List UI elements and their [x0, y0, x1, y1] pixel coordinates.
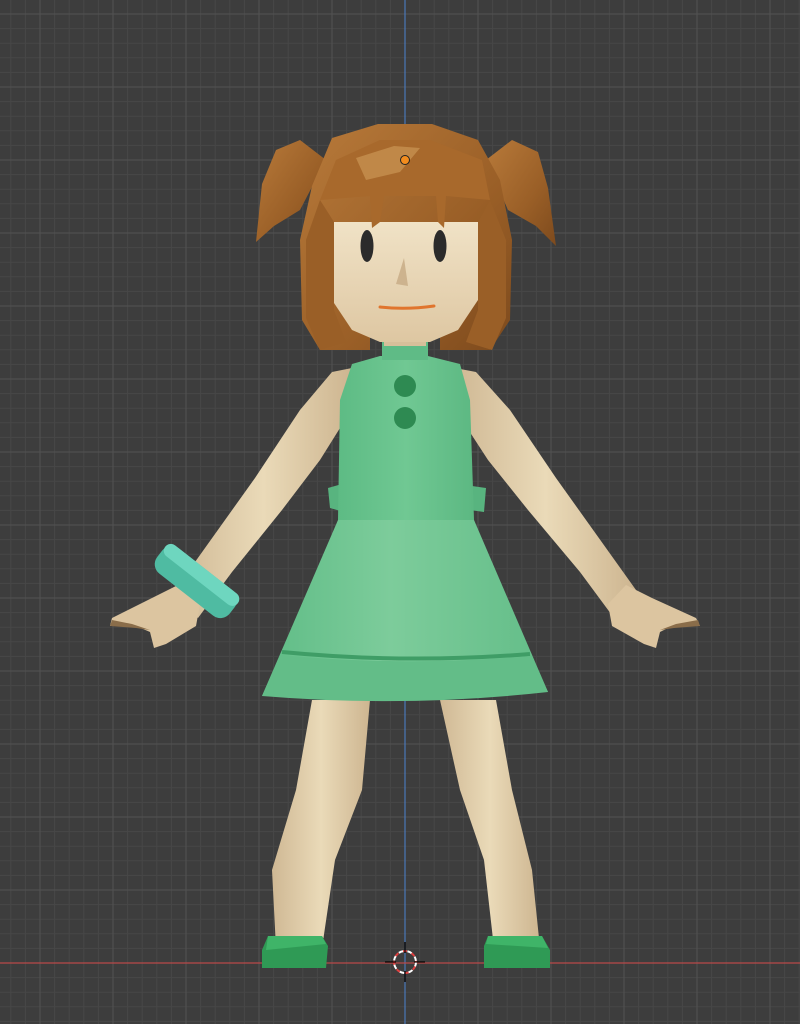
viewport-overlays: [385, 942, 425, 982]
3d-viewport[interactable]: [0, 0, 800, 1024]
3d-cursor-icon[interactable]: [385, 942, 425, 982]
